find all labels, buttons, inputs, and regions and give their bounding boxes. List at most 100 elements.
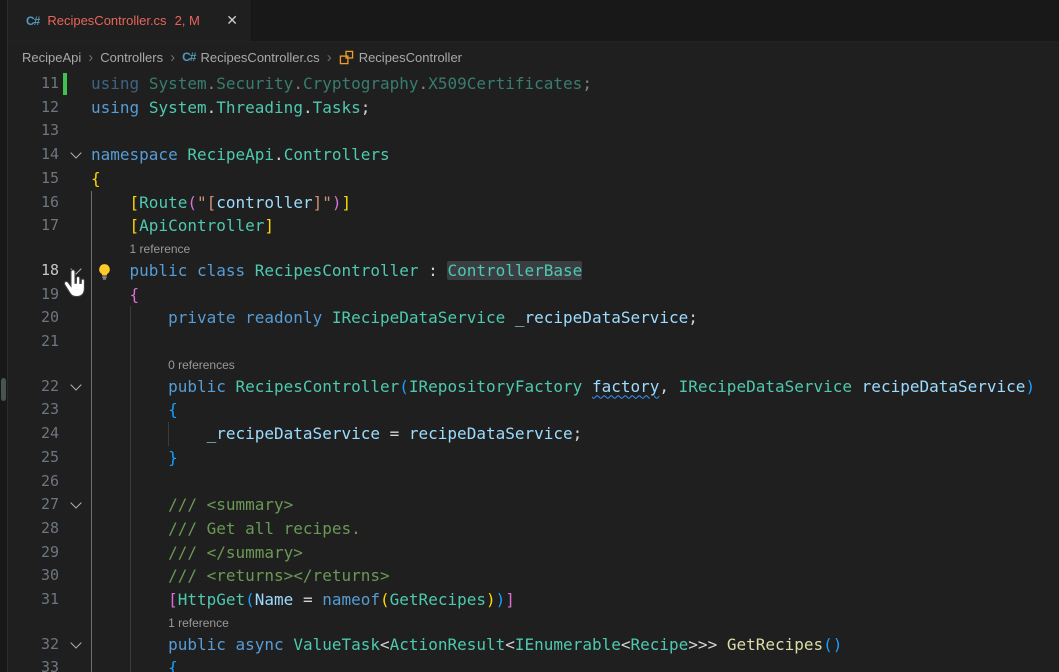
code-text: [HttpGet(Name = nameof(GetRecipes))] [91, 588, 515, 612]
code-line-25[interactable]: 25 } [9, 446, 1059, 470]
code-line-17[interactable]: 17 [ApiController] [9, 214, 1059, 238]
code-text: _recipeDataService = recipeDataService; [91, 422, 582, 446]
chevron-right-icon: › [88, 50, 93, 65]
breadcrumb-item-recipeapi[interactable]: RecipeApi [22, 50, 81, 65]
code-line-14[interactable]: 14 namespace RecipeApi.Controllers [9, 143, 1059, 167]
line-number[interactable]: 28 [9, 517, 59, 541]
close-icon[interactable]: ✕ [223, 12, 241, 29]
code-line-16[interactable]: 16 [Route("[controller]")] [9, 191, 1059, 215]
tab-bar: C# RecipesController.cs 2, M ✕ [9, 0, 1059, 42]
breadcrumb-label: RecipesController [359, 50, 462, 65]
class-symbol-icon [339, 50, 354, 65]
breadcrumb-item-recipescontroller[interactable]: RecipesController [339, 50, 462, 65]
line-number[interactable]: 29 [9, 541, 59, 565]
sidebar-edge [0, 0, 8, 672]
code-line-15[interactable]: 15 { [9, 167, 1059, 191]
code-line-28[interactable]: 28 /// Get all recipes. [9, 517, 1059, 541]
line-number[interactable]: 32 [9, 633, 59, 657]
code-text: using System.Threading.Tasks; [91, 96, 370, 120]
code-line-33[interactable]: 33 { [9, 656, 1059, 672]
line-number[interactable]: 17 [9, 214, 59, 238]
breadcrumb-label: RecipesController.cs [200, 50, 319, 65]
sidebar-scrollbar-thumb[interactable] [1, 378, 6, 401]
indent-guide [168, 422, 169, 446]
code-text: /// <returns></returns> [91, 564, 390, 588]
code-line-13[interactable]: 13 [9, 119, 1059, 143]
code-text: public async ValueTask<ActionResult<IEnu… [91, 633, 842, 657]
codelens-row: 0 references [9, 354, 1059, 375]
line-number[interactable]: 25 [9, 446, 59, 470]
code-line-27[interactable]: 27 /// <summary> [9, 493, 1059, 517]
breadcrumb-label: Controllers [100, 50, 163, 65]
line-number[interactable]: 26 [9, 470, 59, 494]
line-number[interactable]: 19 [9, 283, 59, 307]
breadcrumb-label: RecipeApi [22, 50, 81, 65]
line-number[interactable]: 12 [9, 96, 59, 120]
code-text: [ApiController] [91, 214, 274, 238]
line-number[interactable]: 14 [9, 143, 59, 167]
code-line-32[interactable]: 32 public async ValueTask<ActionResult<I… [9, 633, 1059, 657]
code-line-23[interactable]: 23 { [9, 398, 1059, 422]
code-text: [Route("[controller]")] [91, 191, 351, 215]
mouse-cursor-hand [63, 268, 90, 304]
fold-chevron-icon[interactable] [72, 640, 84, 652]
line-number[interactable]: 22 [9, 375, 59, 399]
line-number[interactable]: 24 [9, 422, 59, 446]
indent-guide [91, 191, 92, 672]
code-line-29[interactable]: 29 /// </summary> [9, 541, 1059, 565]
code-text: public RecipesController(IRepositoryFact… [91, 375, 1035, 399]
code-text: /// Get all recipes. [91, 517, 361, 541]
code-text: /// <summary> [91, 493, 293, 517]
code-line-22[interactable]: 22 public RecipesController(IRepositoryF… [9, 375, 1059, 399]
line-number[interactable]: 11 [9, 72, 59, 96]
line-number[interactable]: 15 [9, 167, 59, 191]
csharp-file-icon: C# [26, 14, 39, 28]
code-text: { [91, 656, 178, 672]
tab-title: RecipesController.cs [47, 13, 166, 28]
indent-guide [130, 306, 131, 672]
code-line-21[interactable]: 21 [9, 330, 1059, 354]
line-number[interactable]: 16 [9, 191, 59, 215]
codelens-references-link[interactable]: 0 references [168, 358, 235, 372]
code-text: private readonly IRecipeDataService _rec… [91, 306, 698, 330]
vscode-window: C# RecipesController.cs 2, M ✕ RecipeApi… [0, 0, 1059, 672]
fold-chevron-icon[interactable] [72, 500, 84, 512]
code-line-20[interactable]: 20 private readonly IRecipeDataService _… [9, 306, 1059, 330]
codelens-row: 1 reference [9, 612, 1059, 633]
editor: 11using System.Security.Cryptography.X50… [9, 72, 1059, 672]
line-number[interactable]: 21 [9, 330, 59, 354]
code-text: { [91, 167, 101, 191]
codelens-row: 1 reference [9, 238, 1059, 259]
code-line-19[interactable]: 19 { [9, 283, 1059, 307]
code-line-24[interactable]: 24 _recipeDataService = recipeDataServic… [9, 422, 1059, 446]
code-area: 11using System.Security.Cryptography.X50… [9, 72, 1059, 672]
code-line-31[interactable]: 31 [HttpGet(Name = nameof(GetRecipes))] [9, 588, 1059, 612]
code-text: /// </summary> [91, 541, 303, 565]
line-number[interactable]: 30 [9, 564, 59, 588]
line-number[interactable]: 18 [9, 259, 59, 283]
line-number[interactable]: 13 [9, 119, 59, 143]
code-line-30[interactable]: 30 /// <returns></returns> [9, 564, 1059, 588]
code-line-26[interactable]: 26 [9, 470, 1059, 494]
line-number[interactable]: 33 [9, 656, 59, 672]
codelens-references-link[interactable]: 1 reference [168, 616, 229, 630]
code-line-12[interactable]: 12 using System.Threading.Tasks; [9, 96, 1059, 120]
breadcrumb: RecipeApi › Controllers › C#RecipesControlle… [9, 42, 1059, 72]
code-line-11[interactable]: 11using System.Security.Cryptography.X50… [9, 72, 1059, 96]
code-text: } [91, 446, 178, 470]
code-line-18[interactable]: 18 public class RecipesController : Cont… [9, 259, 1059, 283]
line-number[interactable]: 27 [9, 493, 59, 517]
line-number[interactable]: 31 [9, 588, 59, 612]
code-text: namespace RecipeApi.Controllers [91, 143, 390, 167]
breadcrumb-item-controllers[interactable]: Controllers [100, 50, 163, 65]
line-number[interactable]: 23 [9, 398, 59, 422]
codelens-references-link[interactable]: 1 reference [130, 242, 191, 256]
code-text: { [91, 398, 178, 422]
tab-recipescontroller[interactable]: C# RecipesController.cs 2, M ✕ [9, 0, 252, 41]
line-number[interactable]: 20 [9, 306, 59, 330]
breadcrumb-item-recipescontroller-cs[interactable]: C#RecipesController.cs [182, 50, 320, 65]
fold-chevron-icon[interactable] [72, 382, 84, 394]
tab-problems-modified-badge: 2, M [175, 13, 200, 28]
fold-chevron-icon[interactable] [72, 150, 84, 162]
chevron-right-icon: › [170, 50, 175, 65]
